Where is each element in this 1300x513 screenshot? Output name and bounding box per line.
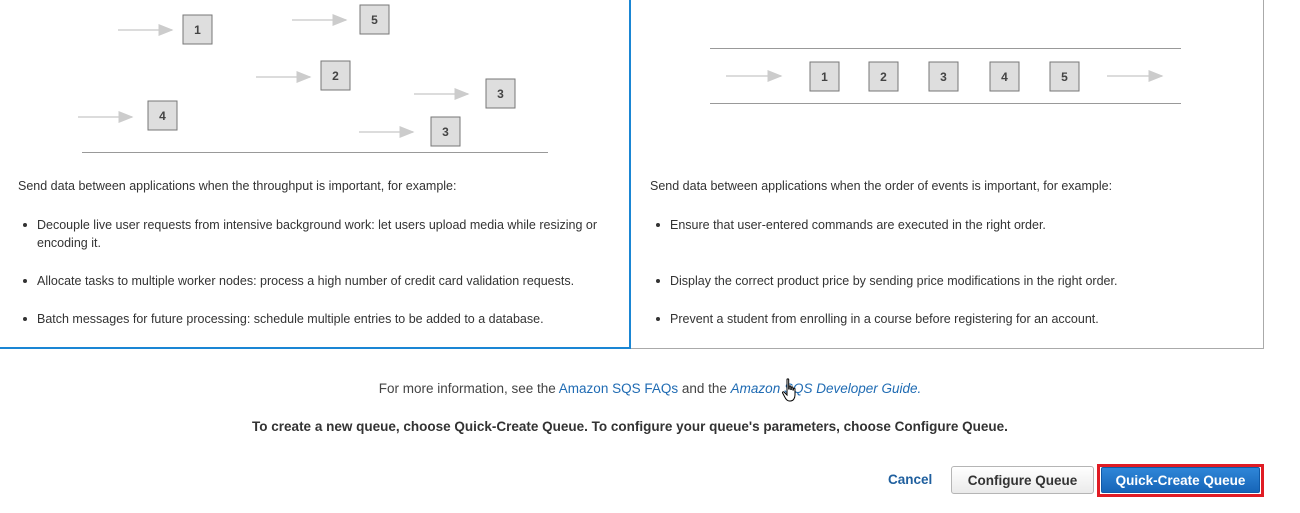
svg-text:4: 4 [159, 109, 166, 123]
fifo-use-case-item: Prevent a student from enrolling in a co… [656, 310, 1245, 328]
standard-intro: Send data between applications when the … [18, 179, 457, 193]
svg-text:3: 3 [442, 125, 449, 139]
fifo-intro: Send data between applications when the … [650, 179, 1113, 193]
standard-use-case-item: Decouple live user requests from intensi… [23, 216, 612, 252]
hand-pointer-icon [781, 378, 801, 407]
svg-text:2: 2 [332, 69, 339, 83]
more-info-middle: and the [681, 381, 727, 396]
svg-text:5: 5 [1061, 70, 1068, 84]
sqs-developer-guide-link[interactable]: Amazon SQS Developer Guide. [731, 381, 922, 396]
fifo-box-2: 2 [868, 61, 899, 92]
standard-box-2: 2 [320, 60, 351, 91]
standard-queue-panel[interactable]: 1 5 2 3 4 3 Send data between applicatio… [0, 0, 631, 349]
svg-text:1: 1 [821, 70, 828, 84]
svg-text:3: 3 [497, 87, 504, 101]
standard-box-5: 5 [359, 4, 390, 35]
create-queue-instruction: To create a new queue, choose Quick-Crea… [252, 419, 1008, 434]
standard-box-3a: 3 [485, 78, 516, 109]
standard-box-4: 4 [147, 100, 178, 131]
quick-create-queue-button[interactable]: Quick-Create Queue [1101, 467, 1260, 493]
svg-text:5: 5 [371, 13, 378, 27]
more-info-prefix: For more information, see the [378, 381, 556, 396]
cancel-button[interactable]: Cancel [888, 472, 932, 487]
fifo-box-3: 3 [928, 61, 959, 92]
fifo-use-case-item: Display the correct product price by sen… [656, 272, 1245, 290]
more-info-line: For more information, see the Amazon SQS… [0, 381, 1300, 396]
svg-text:3: 3 [940, 70, 947, 84]
fifo-box-5: 5 [1049, 61, 1080, 92]
standard-box-3b: 3 [430, 116, 461, 147]
svg-text:4: 4 [1001, 70, 1008, 84]
fifo-box-4: 4 [989, 61, 1020, 92]
svg-text:2: 2 [880, 70, 887, 84]
svg-text:1: 1 [194, 23, 201, 37]
fifo-box-1: 1 [809, 61, 840, 92]
standard-use-case-item: Allocate tasks to multiple worker nodes:… [23, 272, 612, 290]
standard-box-1: 1 [182, 14, 213, 45]
sqs-faq-link[interactable]: Amazon SQS FAQs [559, 381, 678, 396]
fifo-queue-panel[interactable]: 1 2 3 4 5 Send data between applications… [631, 0, 1264, 349]
fifo-queue-diagram: 1 2 3 4 5 [631, 0, 1261, 163]
standard-queue-diagram: 1 5 2 3 4 3 [0, 0, 630, 163]
fifo-use-case-item: Ensure that user-entered commands are ex… [656, 216, 1245, 234]
standard-use-case-item: Batch messages for future processing: sc… [23, 310, 612, 328]
configure-queue-button[interactable]: Configure Queue [951, 466, 1094, 494]
